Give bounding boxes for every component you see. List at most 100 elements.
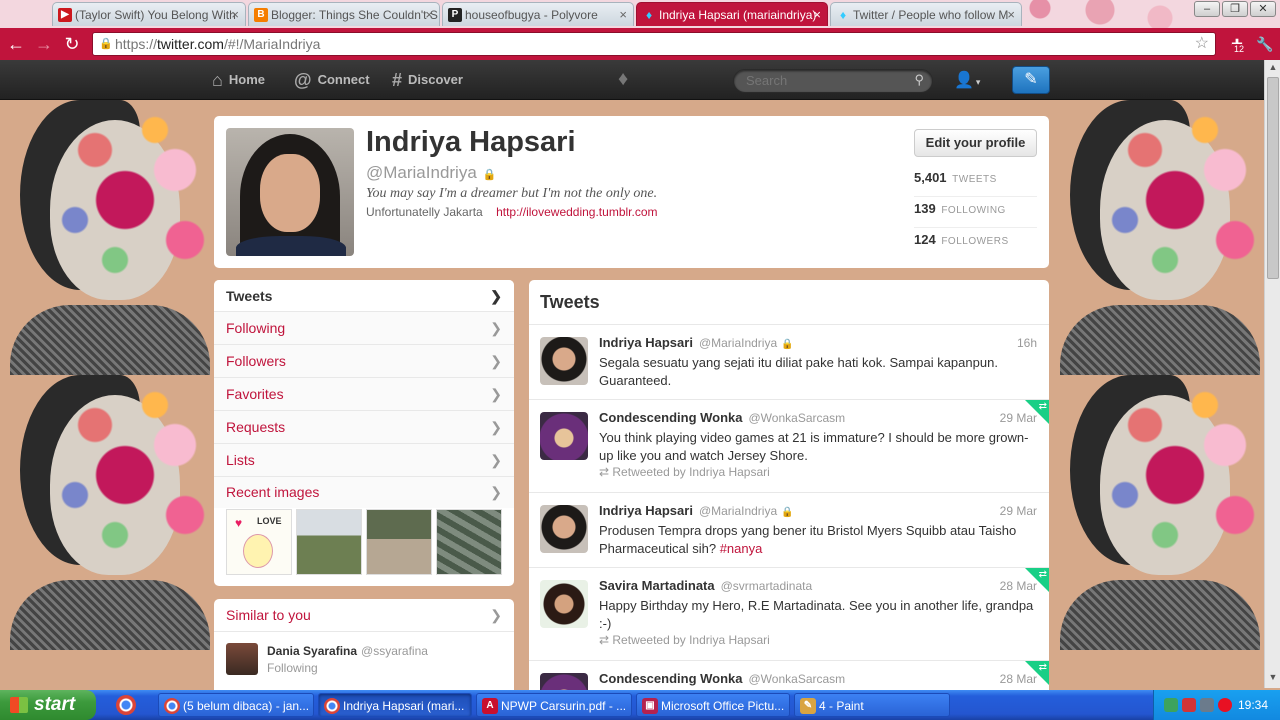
tweet-hashtag-link[interactable]: #nanya [720, 541, 763, 556]
retweeted-by-text: Retweeted by Indriya Hapsari [612, 465, 770, 479]
scroll-up-arrow-icon[interactable]: ▲ [1267, 62, 1279, 76]
taskbar-item-paint[interactable]: ✎ 4 - Paint [794, 693, 950, 717]
nav-item-following[interactable]: Following ❯ [214, 312, 514, 345]
stat-followers[interactable]: 124 FOLLOWERS [914, 228, 1037, 259]
stat-number: 5,401 [914, 170, 947, 185]
stat-tweets[interactable]: 5,401 TWEETS [914, 166, 1037, 197]
tweet-text: You think playing video games at 21 is i… [599, 430, 1029, 463]
office-picture-icon: ▣ [642, 698, 658, 714]
tweet-timestamp[interactable]: 29 Mar [1000, 411, 1037, 425]
scrollbar-thumb[interactable] [1267, 77, 1279, 279]
forward-button[interactable]: → [32, 33, 56, 55]
tweet-item[interactable]: ⇄ Savira Martadinata @svrmartadinata 28 M… [529, 568, 1049, 661]
browser-tab-youtube[interactable]: ▶ (Taylor Swift) You Belong With × [52, 2, 246, 26]
tweet-item[interactable]: Indriya Hapsari @MariaIndriya 🔒 16h Segala… [529, 325, 1049, 400]
paint-icon: ✎ [800, 698, 816, 714]
tweet-timestamp[interactable]: 29 Mar [1000, 504, 1037, 518]
heart-icon: ♥ [235, 516, 243, 530]
volume-icon[interactable] [1200, 698, 1214, 712]
tweet-item[interactable]: ⇄ Condescending Wonka @WonkaSarcasm 28 Ma… [529, 661, 1049, 690]
retweeted-by: ⇄ Retweeted by Indriya Hapsari [599, 465, 770, 479]
similar-header[interactable]: Similar to you ❯ [214, 599, 514, 632]
chrome-quicklaunch-icon[interactable] [116, 695, 136, 715]
tweet-timestamp[interactable]: 16h [1017, 336, 1037, 350]
close-window-button[interactable]: ✕ [1250, 1, 1276, 17]
recent-image-thumb[interactable] [296, 509, 362, 575]
close-icon[interactable]: × [1007, 3, 1015, 26]
page-scrollbar[interactable]: ▲ ▼ [1264, 60, 1280, 688]
close-icon[interactable]: × [813, 3, 821, 26]
profile-avatar[interactable] [226, 128, 354, 256]
system-clock[interactable]: 19:34 [1238, 690, 1268, 720]
tweet-author-name[interactable]: Savira Martadinata [599, 578, 715, 593]
address-url: https://twitter.com/#!/MariaIndriya [115, 36, 321, 52]
reload-button[interactable]: ↻ [60, 33, 84, 55]
tweet-author-name[interactable]: Condescending Wonka [599, 671, 743, 686]
restore-button[interactable]: ❐ [1222, 1, 1248, 17]
scroll-down-arrow-icon[interactable]: ▼ [1267, 672, 1279, 686]
nav-connect[interactable]: @ Connect [294, 60, 370, 100]
tweet-avatar[interactable] [540, 673, 588, 690]
close-icon[interactable]: × [231, 3, 239, 26]
nav-item-tweets[interactable]: Tweets ❯ [214, 280, 514, 312]
nav-item-recent-images[interactable]: Recent images ❯ [214, 477, 514, 508]
tweet-item[interactable]: Indriya Hapsari @MariaIndriya 🔒 29 Mar Pro… [529, 493, 1049, 568]
recent-image-thumb[interactable]: ♥ LOVE [226, 509, 292, 575]
compose-tweet-button[interactable]: ✎ [1012, 66, 1050, 94]
nav-item-requests[interactable]: Requests ❯ [214, 411, 514, 444]
tweet-avatar[interactable] [540, 580, 588, 628]
close-icon[interactable]: × [619, 3, 627, 26]
tweet-author-name[interactable]: Indriya Hapsari [599, 335, 693, 350]
pdf-icon: A [482, 698, 498, 714]
nav-item-lists[interactable]: Lists ❯ [214, 444, 514, 477]
nav-item-favorites[interactable]: Favorites ❯ [214, 378, 514, 411]
taskbar-item-office-picture[interactable]: ▣ Microsoft Office Pictu... [636, 693, 790, 717]
background-collage [0, 375, 214, 650]
tab-title: Indriya Hapsari (mariaindriya) [659, 8, 817, 22]
lock-icon: 🔒 [781, 339, 794, 350]
tweet-author-name[interactable]: Condescending Wonka [599, 410, 743, 425]
tweet-avatar[interactable] [540, 337, 588, 385]
minimize-button[interactable]: – [1194, 1, 1220, 17]
browser-tab-polyvore[interactable]: P houseofbugya - Polyvore × [442, 2, 634, 26]
tweet-author-name[interactable]: Indriya Hapsari [599, 503, 693, 518]
taskbar-item-pdf[interactable]: A NPWP Carsurin.pdf - ... [476, 693, 632, 717]
edit-profile-button[interactable]: Edit your profile [914, 129, 1037, 157]
browser-tab-blogger[interactable]: B Blogger: Things She Couldn't S × [248, 2, 440, 26]
address-bar[interactable]: 🔒 https://twitter.com/#!/MariaIndriya ☆ [92, 32, 1216, 56]
tweet-avatar[interactable] [540, 505, 588, 553]
nav-item-followers[interactable]: Followers ❯ [214, 345, 514, 378]
twitter-bird-icon[interactable]: ♦ [618, 68, 628, 91]
browser-tab-twitter-followers[interactable]: ♦ Twitter / People who follow M × [830, 2, 1022, 26]
recent-image-thumb[interactable] [366, 509, 432, 575]
antivirus-icon[interactable] [1182, 698, 1196, 712]
close-icon[interactable]: × [425, 3, 433, 26]
tweet-timestamp[interactable]: 28 Mar [1000, 672, 1037, 686]
back-button[interactable]: ← [4, 33, 28, 55]
network-icon[interactable] [1164, 698, 1178, 712]
stat-following[interactable]: 139 FOLLOWING [914, 197, 1037, 228]
taskbar-item-twitter[interactable]: Indriya Hapsari (mari... [318, 693, 472, 717]
similar-user-avatar[interactable] [226, 643, 258, 675]
tab-title: (Taylor Swift) You Belong With [75, 8, 236, 22]
user-menu[interactable]: 👤 ▾ [954, 68, 994, 94]
browser-tab-twitter-profile[interactable]: ♦ Indriya Hapsari (mariaindriya) × [636, 2, 828, 26]
wrench-icon[interactable]: 🔧 [1254, 34, 1276, 54]
similar-user-name[interactable]: Dania Syarafina [267, 644, 357, 658]
taskbar-item-gmail[interactable]: (5 belum dibaca) - jan... [158, 693, 314, 717]
tweet-timestamp[interactable]: 28 Mar [1000, 579, 1037, 593]
nav-home[interactable]: ⌂ Home [212, 60, 265, 100]
alert-icon[interactable] [1218, 698, 1232, 712]
profile-handle: @MariaIndriya 🔒 [366, 163, 497, 183]
bookmark-star-icon[interactable]: ☆ [1195, 33, 1209, 55]
profile-website-link[interactable]: http://ilovewedding.tumblr.com [496, 205, 657, 219]
start-button[interactable]: start [0, 690, 96, 720]
tweet-item[interactable]: ⇄ Condescending Wonka @WonkaSarcasm 29 Ma… [529, 400, 1049, 493]
nav-discover[interactable]: # Discover [392, 60, 463, 100]
retweet-icon: ⇄ [1038, 662, 1047, 673]
search-icon[interactable]: ⚲ [914, 72, 924, 88]
recent-image-thumb[interactable] [436, 509, 502, 575]
tweet-avatar[interactable] [540, 412, 588, 460]
profile-location-line: Unfortunatelly Jakarta http://iloveweddi… [366, 205, 658, 219]
search-input[interactable] [746, 73, 906, 88]
